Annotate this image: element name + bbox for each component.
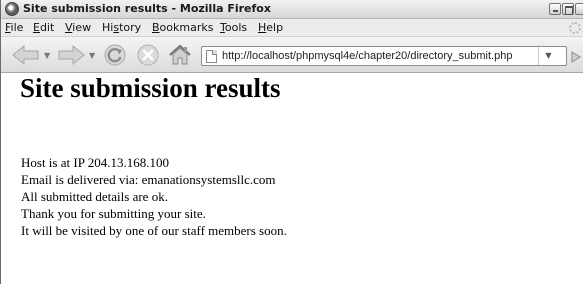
menu-history[interactable]: History [102, 21, 141, 34]
title-bar: Site submission results - Mozilla Firefo… [1, 0, 583, 19]
go-button[interactable] [570, 49, 582, 63]
result-line-visit-notice: It will be visited by one of our staff m… [21, 223, 287, 238]
forward-history-dropdown-icon[interactable]: ▼ [89, 51, 95, 60]
page-content: Site submission results Host is at IP 20… [2, 73, 583, 284]
address-input[interactable]: http://localhost/phpmysql4e/chapter20/di… [222, 50, 512, 62]
home-icon [169, 44, 191, 65]
maximize-button[interactable] [562, 3, 574, 15]
menu-view[interactable]: View [65, 21, 91, 34]
menu-help[interactable]: Help [258, 21, 283, 34]
menu-file[interactable]: File [5, 21, 23, 34]
reload-button[interactable] [103, 43, 127, 67]
address-bar[interactable]: http://localhost/phpmysql4e/chapter20/di… [201, 46, 567, 66]
address-dropdown-icon[interactable]: ▼ [538, 47, 558, 65]
window-title: Site submission results - Mozilla Firefo… [23, 2, 271, 15]
home-button[interactable] [167, 42, 193, 68]
back-history-dropdown-icon[interactable]: ▼ [44, 51, 50, 60]
navigation-toolbar: ▼ ▼ http://localhost/phpmysql4e/chapter2… [1, 37, 583, 73]
go-arrow-icon [571, 51, 581, 63]
forward-button[interactable] [56, 44, 86, 66]
minimize-button[interactable] [549, 3, 561, 15]
reload-icon [104, 44, 126, 66]
firefox-icon [5, 2, 19, 16]
stop-icon [137, 44, 159, 66]
result-line-thank-you: Thank you for submitting your site. [21, 206, 206, 221]
forward-arrow-icon [58, 44, 85, 66]
stop-button[interactable] [136, 43, 160, 67]
page-heading: Site submission results [20, 73, 281, 103]
menu-edit[interactable]: Edit [33, 21, 54, 34]
back-button[interactable] [11, 44, 41, 66]
page-icon [206, 50, 217, 63]
menu-tools[interactable]: Tools [220, 21, 247, 34]
back-arrow-icon [12, 44, 39, 66]
browser-window: Site submission results - Mozilla Firefo… [0, 0, 583, 284]
result-line-details-ok: All submitted details are ok. [21, 189, 168, 204]
result-line-host-ip: Host is at IP 204.13.168.100 [21, 155, 169, 170]
menu-bookmarks[interactable]: Bookmarks [152, 21, 213, 34]
menu-bar: File Edit View History Bookmarks Tools H… [1, 19, 583, 37]
result-line-email-delivery: Email is delivered via: emanationsystems… [21, 172, 276, 187]
close-button[interactable] [575, 3, 583, 15]
activity-throbber-icon [569, 22, 581, 34]
